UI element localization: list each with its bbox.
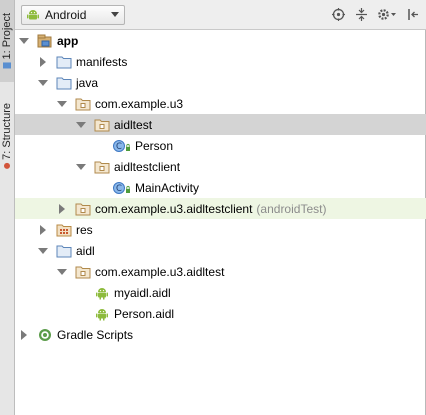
expand-arrow-down-icon[interactable] — [38, 246, 48, 256]
expand-arrow-down-icon[interactable] — [19, 36, 29, 46]
view-selector-label: Android — [45, 7, 87, 22]
res-folder-icon — [56, 223, 72, 237]
tree-node-com-example-u3[interactable]: com.example.u3 — [15, 93, 426, 114]
tree-node-label: MainActivity — [135, 180, 200, 195]
no-arrow-spacer — [95, 183, 105, 193]
tree-node-label: aidltestclient — [114, 159, 181, 174]
folder-icon — [56, 55, 72, 69]
class-icon: C — [113, 181, 131, 195]
no-arrow-spacer — [76, 309, 86, 319]
expand-arrow-down-icon[interactable] — [76, 120, 86, 130]
class-icon: C — [113, 139, 131, 153]
tree-node-aidltestclient[interactable]: aidltestclient — [15, 156, 426, 177]
package-icon — [94, 160, 110, 174]
no-arrow-spacer — [76, 288, 86, 298]
settings-icon — [378, 9, 396, 20]
tree-node-label: manifests — [76, 54, 128, 69]
hide-button[interactable] — [406, 8, 420, 22]
tree-node-label: myaidl.aidl — [114, 285, 171, 300]
tree-node-label: Person.aidl — [114, 306, 175, 321]
structure-tool-tab-label: 7: Structure — [1, 102, 13, 160]
package-icon — [94, 118, 110, 132]
tree-node-label: com.example.u3 — [95, 96, 184, 111]
expand-arrow-right-icon[interactable] — [57, 203, 67, 214]
tree-node-java[interactable]: java — [15, 72, 426, 93]
tree-node-person-aidl[interactable]: Person.aidl — [15, 303, 426, 324]
package-icon — [75, 202, 91, 216]
tree-node-label: Person — [135, 138, 174, 153]
tree-node-aidltest[interactable]: aidltest — [15, 114, 426, 135]
expand-arrow-down-icon[interactable] — [57, 99, 67, 109]
tree-node-gradle-scripts[interactable]: Gradle Scripts — [15, 324, 426, 345]
chevron-down-icon — [111, 11, 119, 17]
project-icon — [3, 62, 11, 69]
tree-node-manifests[interactable]: manifests — [15, 51, 426, 72]
project-tool-tab-label: 1: Project — [1, 12, 13, 60]
package-icon — [75, 97, 91, 111]
tree-node-myaidl-aidl[interactable]: myaidl.aidl — [15, 282, 426, 303]
expand-arrow-right-icon[interactable] — [38, 224, 48, 235]
project-toolbar: Android — [15, 0, 426, 30]
tree-node-label: res — [76, 222, 93, 237]
gradle-icon — [37, 328, 53, 342]
tree-node-aidl[interactable]: aidl — [15, 240, 426, 261]
tree-node-label: aidltest — [114, 117, 153, 132]
tree-node-label: com.example.u3.aidltestclient — [95, 201, 253, 216]
tree-node-label: aidl — [76, 243, 95, 258]
tree-node-com-example-u3-aidltest[interactable]: com.example.u3.aidltest — [15, 261, 426, 282]
collapse-all-button[interactable] — [354, 8, 368, 22]
tree-node-res[interactable]: res — [15, 219, 426, 240]
expand-arrow-right-icon[interactable] — [19, 329, 29, 340]
expand-arrow-down-icon[interactable] — [38, 78, 48, 88]
no-arrow-spacer — [95, 141, 105, 151]
settings-button[interactable] — [377, 8, 397, 22]
tree-node-com-example-u3-aidltestclient[interactable]: com.example.u3.aidltestclient (androidTes… — [15, 198, 426, 219]
expand-arrow-down-icon[interactable] — [76, 162, 86, 172]
tree-node-label: com.example.u3.aidltest — [95, 264, 225, 279]
android-icon — [94, 286, 110, 300]
android-icon — [94, 307, 110, 321]
svg-text:C: C — [116, 142, 122, 152]
module-icon — [37, 34, 53, 48]
android-icon — [27, 9, 39, 19]
target-icon — [331, 8, 345, 21]
project-tool-tab[interactable]: 1: Project — [0, 0, 14, 82]
tree-node-label: app — [57, 33, 79, 48]
structure-tool-tab[interactable]: 7: Structure — [0, 96, 14, 176]
tree-node-mainactivity[interactable]: C MainActivity — [15, 177, 426, 198]
tool-window-strip: 1: Project 7: Structure — [0, 0, 15, 415]
hide-icon — [407, 9, 418, 20]
folder-icon — [56, 76, 72, 90]
package-icon — [75, 265, 91, 279]
tree-node-label: java — [76, 75, 99, 90]
tree-node-suffix: (androidTest) — [256, 201, 327, 216]
folder-icon — [56, 244, 72, 258]
tree-node-person[interactable]: C Person — [15, 135, 426, 156]
svg-text:C: C — [116, 184, 122, 194]
collapse-all-icon — [355, 8, 367, 21]
tree-node-label: Gradle Scripts — [57, 327, 134, 342]
tree-node-app[interactable]: app — [15, 30, 426, 51]
view-selector-dropdown[interactable]: Android — [21, 4, 125, 25]
expand-arrow-down-icon[interactable] — [57, 267, 67, 277]
project-tree: app manifests java com.example.u3 aidltest C P… — [15, 30, 426, 415]
scroll-from-source-button[interactable] — [331, 8, 345, 22]
structure-icon — [4, 162, 10, 169]
expand-arrow-right-icon[interactable] — [38, 56, 48, 67]
